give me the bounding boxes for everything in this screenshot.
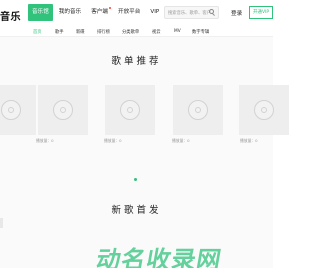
- disc-placeholder-icon: [188, 100, 208, 120]
- card-play-count: 播放量：0: [172, 138, 190, 143]
- disc-placeholder-icon: [53, 100, 73, 120]
- subnav-item-charts[interactable]: 排行榜: [97, 29, 110, 35]
- subnav-item-new-albums[interactable]: 新碟: [76, 29, 85, 35]
- disc-placeholder-icon: [1, 100, 21, 120]
- search-icon[interactable]: [207, 8, 217, 17]
- main-content: 歌单推荐 播放量：0 播放量：0 播放量：0 播放量：0 新歌首发 动名收录网: [0, 37, 289, 268]
- nav-item-music-hall[interactable]: 音乐馆: [28, 4, 53, 21]
- nav-item-open-platform[interactable]: 开放平台: [114, 4, 144, 21]
- subnav-item-radio[interactable]: 视云: [152, 29, 161, 35]
- card-play-count: 播放量：0: [104, 138, 122, 143]
- new-song-card-edge[interactable]: [0, 218, 3, 228]
- disc-placeholder-icon: [254, 100, 274, 120]
- playlist-card[interactable]: [0, 85, 36, 135]
- subnav-item-digital-albums[interactable]: 数字专辑: [192, 29, 209, 35]
- playlist-card[interactable]: [105, 85, 155, 135]
- search-placeholder: 搜索音乐、歌单、客户: [168, 11, 211, 16]
- subnav-item-singers[interactable]: 歌手: [55, 29, 64, 35]
- top-header: 音乐 音乐馆 我的音乐 客户端 开放平台 VIP 搜索音乐、歌单、客户 登录 开…: [0, 0, 273, 27]
- card-play-count: 播放量：0: [36, 138, 54, 143]
- vip-button[interactable]: 开通VIP: [249, 6, 273, 19]
- subnav-item-mv[interactable]: MV: [174, 29, 181, 34]
- card-play-count: 播放量：0: [240, 138, 258, 143]
- subnav-item-home[interactable]: 首页: [33, 29, 42, 35]
- brand-logo[interactable]: 音乐: [0, 8, 21, 23]
- search-input[interactable]: 搜索音乐、歌单、客户: [164, 6, 219, 19]
- playlist-section-title: 歌单推荐: [111, 56, 162, 67]
- login-link[interactable]: 登录: [231, 9, 242, 17]
- main-nav: 音乐馆 我的音乐 客户端 开放平台 VIP: [28, 4, 165, 21]
- playlist-card[interactable]: [173, 85, 223, 135]
- new-songs-section-title: 新歌首发: [111, 205, 162, 216]
- sub-nav: 首页 歌手 新碟 排行榜 分类歌单 视云 MV 数字专辑: [0, 27, 273, 37]
- playlist-card[interactable]: [239, 85, 289, 135]
- nav-item-vip[interactable]: VIP: [146, 4, 163, 21]
- nav-item-client[interactable]: 客户端: [87, 4, 112, 21]
- subnav-item-playlists[interactable]: 分类歌单: [122, 29, 139, 35]
- nav-item-my-music[interactable]: 我的音乐: [55, 4, 85, 21]
- playlist-card[interactable]: [38, 85, 88, 135]
- disc-placeholder-icon: [120, 100, 140, 120]
- watermark: 动名收录网: [94, 246, 225, 268]
- carousel-indicator[interactable]: [134, 178, 137, 181]
